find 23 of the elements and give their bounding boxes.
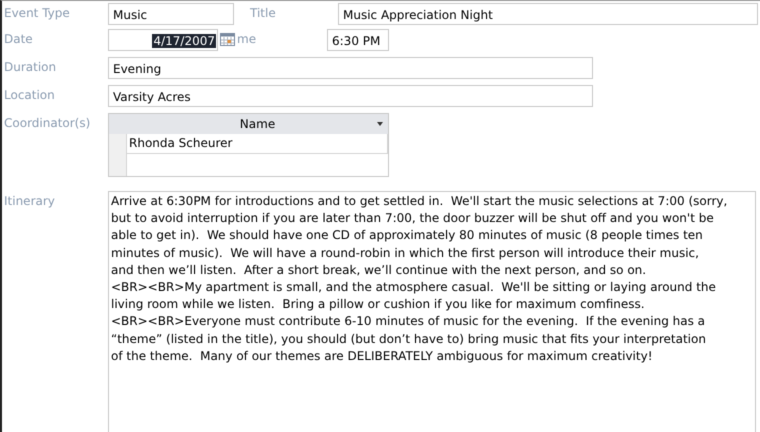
field-label: me	[237, 31, 258, 48]
field-label: Coordinator(s)	[3, 115, 92, 132]
row-selector[interactable]	[109, 134, 127, 154]
location-field[interactable]: Varsity Acres	[108, 85, 593, 107]
itinerary-field[interactable]: Arrive at 6:30PM for introductions and to get settled in. We'll start the music selections at 7:00 (sorry, but to avoid interruption if you are later than 7:00, the door buzzer will be shut off and you won't be able to get in). We should have one CD of approximately 80 minutes of music (8 people times ten minutes of music). We will have a round-robin in which the first person will introduce their music, and then we’ll listen. After a short break, we’ll continue with the next person, and so on. <BR><BR>My apartment is small, and the atmosphere casual. We'll be sitting or laying around the living room while we listen. Bring a pillow or cushion if you like for maximum comfiness. <BR><BR>Everyone must contribute 6-10 minutes of music for the evening. If the evening has a “theme” (listed in the title), you should (but don’t have to) bring music that fits your interpretation of the theme. Many of our themes are DELIBERATELY ambiguous for maximum creativity!	[108, 191, 756, 432]
field-label: Itinerary	[3, 193, 56, 210]
field-label: Duration	[3, 59, 58, 76]
table-cell: Rhonda Scheurer	[127, 134, 388, 154]
duration-field[interactable]: Evening	[108, 57, 593, 79]
field-label: Location	[3, 87, 56, 104]
coordinator-grid[interactable]: Name Rhonda Scheurer	[108, 113, 389, 177]
date-field[interactable]: 4/17/2007	[108, 29, 218, 51]
row-selector[interactable]	[109, 154, 127, 176]
column-header[interactable]: Name	[127, 114, 388, 134]
title-field[interactable]: Music Appreciation Night	[338, 3, 758, 25]
field-label: Title	[249, 5, 277, 22]
dropdown-icon[interactable]	[377, 122, 383, 126]
field-label: Date	[3, 31, 34, 48]
calendar-icon[interactable]	[220, 33, 235, 46]
event-type-field[interactable]: Music	[108, 3, 234, 25]
time-field[interactable]: 6:30 PM	[327, 29, 389, 51]
select-all-corner[interactable]	[109, 114, 127, 134]
field-label: Event Type	[3, 5, 71, 22]
